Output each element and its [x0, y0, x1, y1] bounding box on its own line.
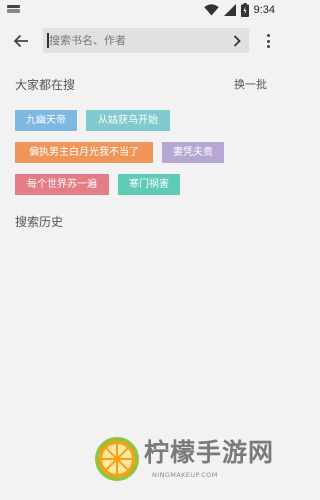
hot-tag-label: 九幽天帝 [26, 115, 66, 126]
arrow-left-icon [13, 34, 28, 48]
hot-tag-0[interactable]: 九幽天帝 [15, 110, 77, 131]
refresh-button[interactable]: 换一批 [234, 76, 267, 92]
watermark-title: 柠檬手游网 [144, 438, 275, 467]
status-time: 9:34 [253, 4, 275, 16]
watermark-logo: 柠檬手游网 NINGMAKEUP.COM [94, 426, 274, 494]
status-icons: 9:34 [203, 2, 275, 18]
status-bar: 9:34 [0, 0, 281, 20]
chevron-right-icon [233, 34, 241, 47]
more-vertical-icon-dot [266, 34, 270, 37]
hot-search-title: 大家都在搜 [15, 78, 76, 92]
hot-tag-3[interactable]: 妻凭夫贵 [162, 142, 224, 163]
search-toolbar [0, 20, 281, 62]
lemon-logo-icon [95, 437, 139, 481]
more-vertical-icon-dot [266, 39, 270, 43]
battery-icon [240, 3, 249, 17]
search-go-button[interactable] [229, 32, 245, 49]
hot-tag-label: 偏执男主白月光我不当了 [29, 147, 139, 158]
search-box[interactable] [43, 28, 249, 53]
hot-tag-label: 每个世界苏一遍 [27, 179, 97, 190]
search-history-title: 搜索历史 [15, 215, 64, 229]
hot-tag-label: 从姑获鸟开始 [98, 115, 158, 126]
hot-tag-1[interactable]: 从姑获鸟开始 [86, 110, 170, 131]
hot-tag-5[interactable]: 寒门祸害 [118, 174, 180, 195]
back-button[interactable] [8, 29, 34, 53]
watermark-url: NINGMAKEUP.COM [152, 471, 218, 479]
hot-tag-label: 寒门祸害 [129, 179, 169, 190]
hot-tag-label: 妻凭夫贵 [173, 147, 213, 158]
hot-tag-4[interactable]: 每个世界苏一遍 [15, 174, 109, 195]
hot-tag-2[interactable]: 偏执男主白月光我不当了 [15, 142, 153, 163]
wifi-icon [203, 4, 219, 16]
search-input[interactable] [49, 28, 229, 53]
notification-icon [7, 5, 20, 14]
more-vertical-icon-dot [266, 45, 270, 48]
signal-icon [223, 4, 236, 16]
more-options-button[interactable] [260, 30, 276, 52]
